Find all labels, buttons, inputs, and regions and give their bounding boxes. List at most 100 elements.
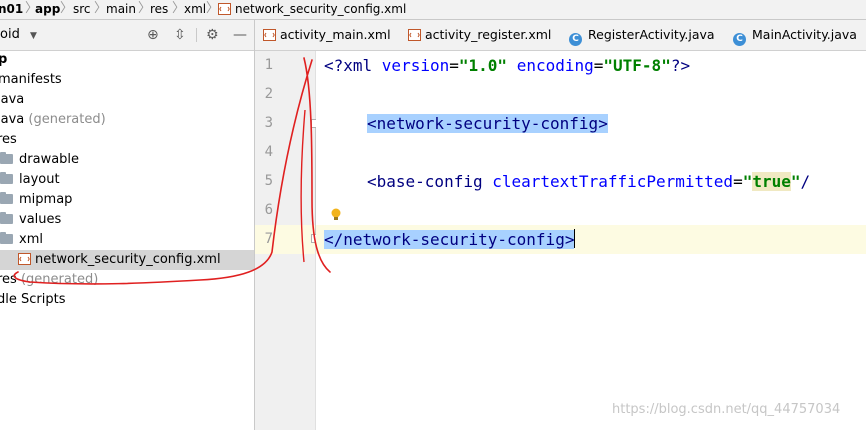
project-tree: p manifests java java (generated) res dr… <box>0 51 254 430</box>
xml-file-icon <box>408 29 421 41</box>
equals-sign: = <box>733 172 743 191</box>
java-class-icon: C <box>733 33 746 46</box>
network-security-config-open-tag: <network-security-config> <box>367 114 608 133</box>
line-number: 2 <box>264 86 273 102</box>
line-number: 3 <box>264 115 273 131</box>
tab-activity-main[interactable]: activity_main.xml <box>263 20 391 50</box>
collapse-all-icon[interactable]: ⇳ <box>174 20 186 50</box>
code-line-5: <base-config cleartextTrafficPermitted="… <box>367 167 810 196</box>
folder-icon <box>0 172 13 184</box>
dropdown-arrow-icon: ▼ <box>29 31 37 41</box>
value-encoding: "UTF-8" <box>603 56 671 75</box>
line-number: 4 <box>264 144 273 160</box>
attr-encoding: encoding <box>516 56 594 75</box>
code-line-7: </network-security-config> <box>324 225 576 254</box>
tree-item-label: layout <box>19 172 60 187</box>
tree-item-app[interactable]: p <box>0 50 252 70</box>
code-editor[interactable]: <?xml version="1.0" encoding="UTF-8"?> <… <box>316 51 866 430</box>
project-view-selector[interactable]: oid ▼ <box>0 20 37 51</box>
editor-tabs: activity_main.xml activity_register.xml … <box>255 20 866 51</box>
tree-item-network-security-config[interactable]: network_security_config.xml <box>0 250 254 270</box>
folder-icon <box>0 232 13 244</box>
folder-icon <box>0 212 13 224</box>
tree-item-res[interactable]: res <box>0 130 251 150</box>
project-toolbar: oid ▼ ⊕ ⇳ ⚙ — <box>0 20 254 51</box>
value-version: "1.0" <box>458 56 508 75</box>
tab-label: MainActivity.java <box>752 27 857 42</box>
breadcrumb-app[interactable]: app <box>35 0 60 18</box>
xml-declaration-open: <?xml <box>324 56 382 75</box>
text-caret <box>574 229 576 248</box>
xml-file-icon <box>218 3 231 15</box>
project-view-label: oid <box>0 27 20 42</box>
java-class-icon: C <box>569 33 582 46</box>
base-config-tag: <base-config <box>367 172 493 191</box>
breadcrumb-xml[interactable]: xml <box>184 0 206 18</box>
xml-file-icon <box>18 253 31 265</box>
tree-item-label: values <box>19 212 62 227</box>
quote: " <box>742 172 753 191</box>
tree-item-label: res <box>0 272 17 287</box>
breadcrumb-file[interactable]: network_security_config.xml <box>218 0 406 18</box>
code-line-3: <network-security-config> <box>367 109 608 138</box>
tag-rest: / <box>800 172 811 191</box>
tab-label: activity_main.xml <box>280 27 391 42</box>
quote: " <box>790 172 801 191</box>
tree-item-mipmap[interactable]: mipmap <box>0 190 254 210</box>
breadcrumb-main[interactable]: main <box>106 0 136 18</box>
tree-item-label: drawable <box>19 152 80 167</box>
attr-cleartext-traffic: cleartextTrafficPermitted <box>492 172 734 191</box>
line-number: 1 <box>264 57 273 73</box>
editor-gutter[interactable]: 1 2 3 4 5 6 7 <box>255 51 320 430</box>
equals-sign: = <box>593 56 604 75</box>
value-true: true <box>752 172 791 191</box>
tree-item-suffix: (generated) <box>28 112 106 127</box>
tree-item-label: xml <box>19 232 43 247</box>
network-security-config-close-tag: </network-security-config> <box>324 230 575 249</box>
equals-sign: = <box>449 56 459 75</box>
breadcrumb-project[interactable]: n01 <box>0 0 23 18</box>
tree-item-label: p <box>0 52 8 67</box>
tree-item-gradle-scripts[interactable]: dle Scripts <box>0 290 251 310</box>
folder-icon <box>0 152 13 164</box>
locate-target-icon[interactable]: ⊕ <box>147 20 159 50</box>
breadcrumb-separator-icon: 〉 <box>60 1 74 16</box>
tree-item-label: dle Scripts <box>0 292 66 307</box>
tree-item-values[interactable]: values <box>0 210 254 230</box>
breadcrumb-src[interactable]: src <box>73 0 91 18</box>
tab-activity-register[interactable]: activity_register.xml <box>408 20 551 50</box>
tree-item-label: java <box>0 112 25 127</box>
tree-item-label: network_security_config.xml <box>35 252 221 267</box>
tab-main-activity[interactable]: C MainActivity.java <box>733 20 857 50</box>
tree-item-label: manifests <box>0 72 62 87</box>
xml-file-icon <box>263 29 276 41</box>
tree-item-xml[interactable]: xml <box>0 230 254 250</box>
line-number: 6 <box>264 202 273 218</box>
watermark: https://blog.csdn.net/qq_44757034 <box>612 402 841 417</box>
folder-icon <box>0 192 13 204</box>
minimize-icon[interactable]: — <box>233 20 247 50</box>
tree-item-label: res <box>0 132 17 147</box>
attr-version: version <box>381 56 450 75</box>
xml-declaration-close: ?> <box>670 56 691 75</box>
tab-register-activity[interactable]: C RegisterActivity.java <box>569 20 715 50</box>
tree-item-manifests[interactable]: manifests <box>0 70 252 90</box>
tree-item-layout[interactable]: layout <box>0 170 254 190</box>
tree-item-java[interactable]: java <box>0 90 251 110</box>
breadcrumb: n01 〉 app 〉 src 〉 main 〉 res 〉 xml 〉 net… <box>0 0 866 20</box>
breadcrumb-file-label: network_security_config.xml <box>235 2 407 16</box>
gear-icon[interactable]: ⚙ <box>206 20 219 50</box>
toolbar-divider <box>196 28 197 42</box>
tab-label: activity_register.xml <box>425 27 552 42</box>
tree-item-label: mipmap <box>19 192 73 207</box>
breadcrumb-res[interactable]: res <box>150 0 168 18</box>
tree-item-label: java <box>0 92 25 107</box>
tree-item-drawable[interactable]: drawable <box>0 150 254 170</box>
code-line-1: <?xml version="1.0" encoding="UTF-8"?> <box>324 51 690 80</box>
tree-item-suffix: (generated) <box>20 272 99 287</box>
line-number: 7 <box>264 231 273 247</box>
lightbulb-icon[interactable] <box>330 208 342 221</box>
tree-item-res-generated[interactable]: res (generated) <box>0 270 251 290</box>
tree-item-java-generated[interactable]: java (generated) <box>0 110 251 130</box>
